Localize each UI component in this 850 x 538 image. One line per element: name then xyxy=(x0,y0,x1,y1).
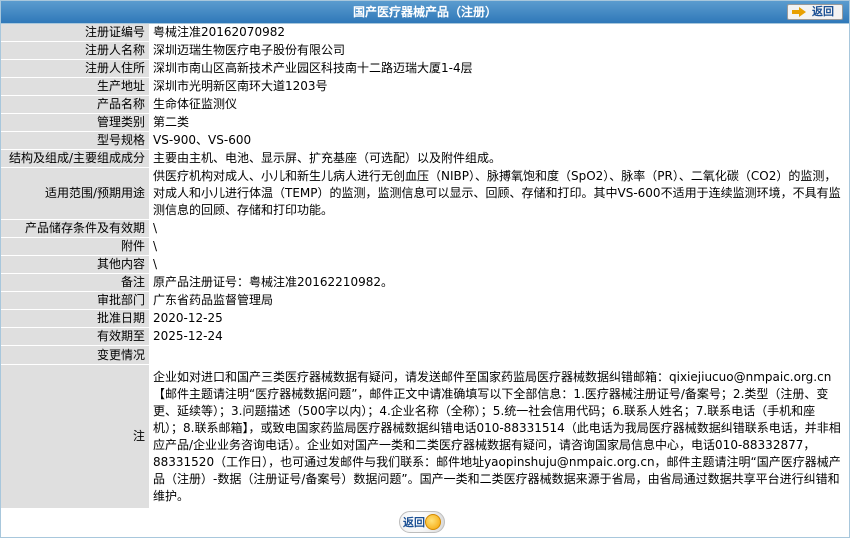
detail-panel: 国产医疗器械产品（注册） 返回 注册证编号 粤械注准20162070982 注册人名… xyxy=(0,0,850,538)
info-table: 注册证编号 粤械注准20162070982 注册人名称 深圳迈瑞生物医疗电子股份有限公… xyxy=(1,24,849,509)
page-title: 国产医疗器械产品（注册） xyxy=(352,5,497,19)
table-row: 其他内容 \ xyxy=(1,255,849,274)
note-text: 企业如对进口和国产三类医疗器械数据有疑问，请发送邮件至国家药监局医疗器械数据纠错… xyxy=(149,364,849,509)
field-value: \ xyxy=(149,237,849,256)
field-label: 结构及组成/主要组成成分 xyxy=(1,149,149,168)
field-value: 粤械注准20162070982 xyxy=(149,24,849,42)
field-label: 备注 xyxy=(1,273,149,292)
table-row: 适用范围/预期用途 供医疗机构对成人、小儿和新生儿病人进行无创血压（NIBP）、脉… xyxy=(1,167,849,220)
field-label: 产品储存条件及有效期 xyxy=(1,219,149,238)
title-bar: 国产医疗器械产品（注册） 返回 xyxy=(1,1,849,24)
field-value: 深圳市光明新区南环大道1203号 xyxy=(149,77,849,96)
back-circle-icon xyxy=(425,514,441,530)
field-value: VS-900、VS-600 xyxy=(149,131,849,150)
table-row: 产品储存条件及有效期 \ xyxy=(1,219,849,238)
field-value: 原产品注册证号：粤械注准20162210982。 xyxy=(149,273,849,292)
table-row: 备注 原产品注册证号：粤械注准20162210982。 xyxy=(1,273,849,292)
field-label: 注册证编号 xyxy=(1,24,149,42)
field-label: 审批部门 xyxy=(1,291,149,310)
back-button-top[interactable]: 返回 xyxy=(787,4,843,20)
field-label: 产品名称 xyxy=(1,95,149,114)
field-value: \ xyxy=(149,219,849,238)
field-label: 型号规格 xyxy=(1,131,149,150)
table-row: 结构及组成/主要组成成分 主要由主机、电池、显示屏、扩充基座（可选配）以及附件组成… xyxy=(1,149,849,168)
table-row: 注册证编号 粤械注准20162070982 xyxy=(1,24,849,42)
field-label: 适用范围/预期用途 xyxy=(1,167,149,220)
field-label: 有效期至 xyxy=(1,327,149,346)
table-row-note: 注企业如对进口和国产三类医疗器械数据有疑问，请发送邮件至国家药监局医疗器械数据纠… xyxy=(1,364,849,509)
table-row: 产品名称 生命体征监测仪 xyxy=(1,95,849,114)
field-label: 管理类别 xyxy=(1,113,149,132)
field-value: 广东省药品监督管理局 xyxy=(149,291,849,310)
field-value: 主要由主机、电池、显示屏、扩充基座（可选配）以及附件组成。 xyxy=(149,149,849,168)
table-row: 附件 \ xyxy=(1,237,849,256)
field-label: 注册人名称 xyxy=(1,41,149,60)
table-row: 型号规格 VS-900、VS-600 xyxy=(1,131,849,150)
back-button-bottom-label: 返回 xyxy=(403,516,425,529)
field-value: 第二类 xyxy=(149,113,849,132)
table-row: 审批部门 广东省药品监督管理局 xyxy=(1,291,849,310)
field-value: 2020-12-25 xyxy=(149,309,849,328)
table-row: 注册人名称 深圳迈瑞生物医疗电子股份有限公司 xyxy=(1,41,849,60)
field-label: 注册人住所 xyxy=(1,59,149,78)
field-value: 生命体征监测仪 xyxy=(149,95,849,114)
table-row: 变更情况 xyxy=(1,345,849,365)
field-value: 深圳迈瑞生物医疗电子股份有限公司 xyxy=(149,41,849,60)
field-value: 深圳市南山区高新技术产业园区科技南十二路迈瑞大厦1-4层 xyxy=(149,59,849,78)
back-button-bottom[interactable]: 返回 xyxy=(399,511,445,533)
table-row: 管理类别 第二类 xyxy=(1,113,849,132)
field-label: 变更情况 xyxy=(1,345,149,365)
note-label: 注 xyxy=(1,364,149,509)
field-value: 2025-12-24 xyxy=(149,327,849,346)
table-row: 有效期至 2025-12-24 xyxy=(1,327,849,346)
field-label: 附件 xyxy=(1,237,149,256)
field-label: 生产地址 xyxy=(1,77,149,96)
table-row: 注册人住所 深圳市南山区高新技术产业园区科技南十二路迈瑞大厦1-4层 xyxy=(1,59,849,78)
field-label: 其他内容 xyxy=(1,255,149,274)
arrow-right-icon xyxy=(792,7,806,17)
field-value xyxy=(149,345,849,365)
back-button-top-label: 返回 xyxy=(812,5,834,18)
field-label: 批准日期 xyxy=(1,309,149,328)
field-value: \ xyxy=(149,255,849,274)
field-value: 供医疗机构对成人、小儿和新生儿病人进行无创血压（NIBP）、脉搏氧饱和度（SpO… xyxy=(149,167,849,220)
table-row: 生产地址 深圳市光明新区南环大道1203号 xyxy=(1,77,849,96)
table-row: 批准日期 2020-12-25 xyxy=(1,309,849,328)
